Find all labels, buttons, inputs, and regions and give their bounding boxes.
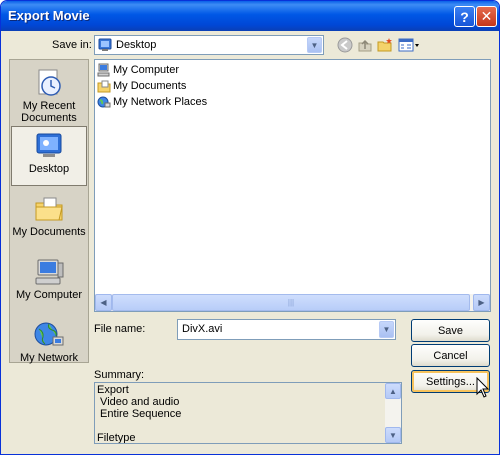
- horizontal-scrollbar[interactable]: ◀ ||| ▶: [95, 294, 490, 311]
- file-name-value: DivX.avi: [182, 323, 223, 335]
- desktop-icon: [98, 38, 112, 52]
- save-in-dropdown-arrow[interactable]: ▼: [307, 37, 322, 53]
- summary-line: Video and audio: [97, 396, 180, 408]
- scroll-down-button[interactable]: ▼: [385, 427, 401, 443]
- export-movie-dialog: Export Movie ? ✕ Save in: Desktop ▼ My R…: [0, 0, 500, 455]
- my-documents-icon: [97, 79, 111, 93]
- summary-box: Export Video and audio Entire Sequence F…: [94, 382, 402, 444]
- summary-line: Export: [97, 384, 129, 396]
- scroll-right-button[interactable]: ▶: [473, 294, 490, 311]
- views-menu-icon[interactable]: [398, 37, 420, 53]
- place-label-recent: My Recent Documents: [21, 100, 77, 124]
- file-name-input[interactable]: DivX.avi ▼: [177, 319, 396, 340]
- recent-documents-icon: [33, 68, 65, 98]
- place-label-desktop: Desktop: [28, 163, 70, 175]
- file-name-label: File name:: [94, 323, 146, 335]
- new-folder-icon[interactable]: [377, 37, 393, 53]
- place-desktop[interactable]: Desktop: [11, 126, 87, 186]
- list-item[interactable]: My Network Places: [97, 94, 207, 110]
- desktop-icon: [33, 131, 65, 161]
- summary-scrollbar[interactable]: ▲ ▼: [385, 383, 401, 443]
- place-label-my-network: My Network: [19, 352, 79, 364]
- save-in-combo[interactable]: Desktop ▼: [94, 35, 324, 55]
- summary-line: Filetype: [97, 432, 136, 444]
- list-item[interactable]: My Documents: [97, 78, 186, 94]
- file-name-text: My Computer: [113, 64, 180, 76]
- network-places-icon: [97, 95, 111, 109]
- back-arrow-icon[interactable]: [337, 37, 353, 53]
- save-in-label: Save in:: [52, 39, 92, 51]
- my-documents-icon: [33, 194, 65, 224]
- help-button[interactable]: ?: [454, 6, 475, 27]
- cancel-button[interactable]: Cancel: [411, 344, 490, 367]
- place-my-computer[interactable]: My Computer: [11, 253, 87, 313]
- scroll-left-button[interactable]: ◀: [95, 294, 112, 311]
- my-computer-icon: [33, 257, 65, 287]
- save-in-value: Desktop: [116, 39, 157, 51]
- close-button[interactable]: ✕: [476, 6, 497, 27]
- save-button[interactable]: Save: [411, 319, 490, 342]
- places-bar: My Recent Documents Desktop My Documents…: [9, 59, 89, 364]
- mouse-pointer-icon: [476, 376, 490, 402]
- summary-line: Entire Sequence: [97, 408, 182, 420]
- file-list[interactable]: My Computer My Documents My Network Plac…: [94, 59, 491, 312]
- scroll-thumb[interactable]: |||: [112, 294, 470, 311]
- place-my-documents[interactable]: My Documents: [11, 190, 87, 250]
- summary-label: Summary:: [94, 369, 145, 381]
- place-label-my-documents: My Documents: [12, 226, 86, 238]
- title-bar[interactable]: Export Movie ? ✕: [1, 1, 499, 31]
- my-computer-icon: [97, 63, 111, 77]
- place-my-network[interactable]: My Network: [11, 316, 87, 376]
- file-name-text: My Documents: [113, 80, 187, 92]
- up-folder-icon[interactable]: [357, 37, 373, 53]
- place-recent-documents[interactable]: My Recent Documents: [11, 64, 87, 124]
- my-network-icon: [33, 320, 65, 350]
- list-item[interactable]: My Computer: [97, 62, 179, 78]
- file-name-text: My Network Places: [113, 96, 208, 108]
- window-title: Export Movie: [8, 8, 90, 23]
- scroll-up-button[interactable]: ▲: [385, 383, 401, 399]
- file-name-dropdown-arrow[interactable]: ▼: [379, 321, 394, 338]
- place-label-my-computer: My Computer: [15, 289, 83, 301]
